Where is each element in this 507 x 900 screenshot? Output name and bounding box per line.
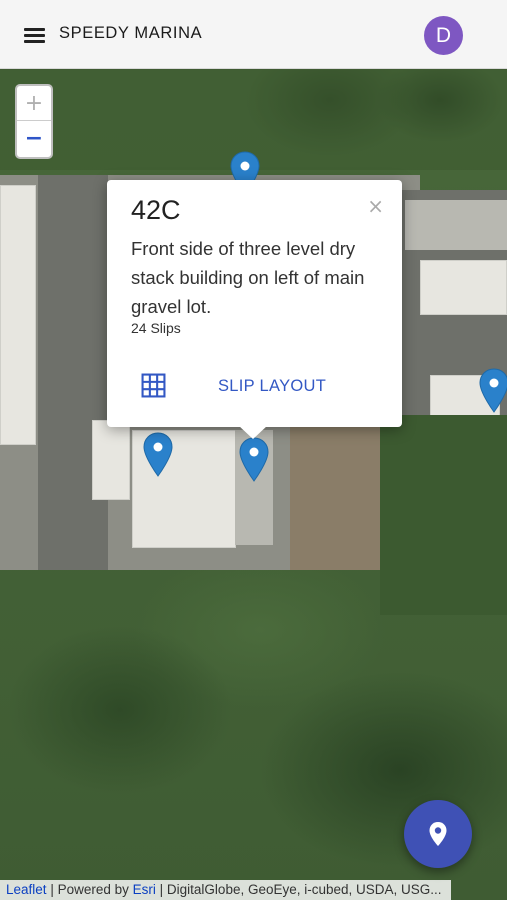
building-roof <box>92 420 130 500</box>
road <box>38 175 108 570</box>
map-attribution: Leaflet | Powered by Esri | DigitalGlobe… <box>0 880 451 900</box>
attribution-separator: | <box>50 882 58 897</box>
attribution-sources: DigitalGlobe, GeoEye, i-cubed, USDA, USG… <box>166 882 442 897</box>
grid-icon[interactable] <box>141 373 166 398</box>
map-marker-icon[interactable] <box>478 368 507 414</box>
locate-button[interactable] <box>404 800 472 868</box>
close-icon[interactable]: × <box>367 194 384 218</box>
esri-link[interactable]: Esri <box>133 882 156 897</box>
tree-cover <box>380 415 507 615</box>
slip-layout-button[interactable]: SLIP LAYOUT <box>218 377 326 396</box>
gravel-lot <box>290 420 380 570</box>
popup-description: Front side of three level dry stack buil… <box>131 238 365 317</box>
attribution-separator: | <box>159 882 167 897</box>
zoom-control: + − <box>15 84 53 159</box>
app-bar: SPEEDY MARINA D <box>0 0 507 69</box>
location-pin-icon <box>429 822 447 846</box>
map-marker-icon[interactable] <box>238 437 270 483</box>
popup-title: 42C <box>131 195 181 225</box>
building-roof <box>420 260 507 315</box>
slip-count: 24 Slips <box>131 320 181 336</box>
map-marker-icon[interactable] <box>142 432 174 478</box>
zoom-in-button[interactable]: + <box>17 86 51 121</box>
marker-popup: × 42C Front side of three level dry stac… <box>107 180 402 427</box>
app-title: SPEEDY MARINA <box>59 24 203 42</box>
building-roof <box>405 200 507 250</box>
leaflet-link[interactable]: Leaflet <box>6 882 47 897</box>
powered-by-text: Powered by <box>57 882 129 897</box>
building-roof <box>0 185 36 445</box>
avatar[interactable]: D <box>424 16 463 55</box>
zoom-out-button[interactable]: − <box>17 121 51 156</box>
popup-tip <box>238 425 268 439</box>
menu-icon[interactable] <box>22 24 46 46</box>
